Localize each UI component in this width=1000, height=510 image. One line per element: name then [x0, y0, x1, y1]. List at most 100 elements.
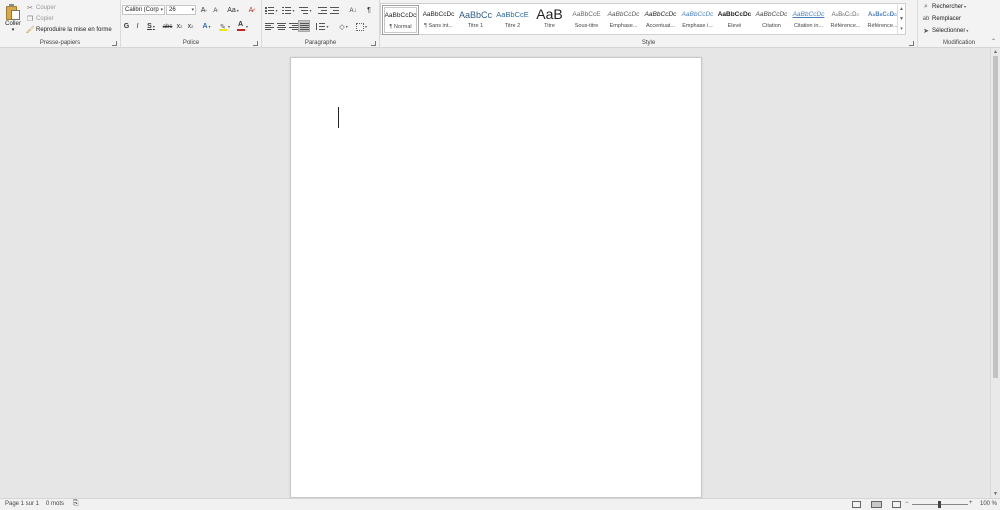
style-heading-1[interactable]: AaBbCc Titre 1: [457, 5, 494, 35]
font-color-button[interactable]: A ▾: [235, 21, 250, 32]
print-layout-icon[interactable]: [871, 501, 882, 508]
styles-launcher-icon[interactable]: [909, 41, 914, 46]
grow-font-button[interactable]: A ^: [199, 5, 209, 16]
increase-indent-button[interactable]: [329, 5, 339, 16]
vertical-scrollbar[interactable]: ▲ ▼: [990, 48, 1000, 498]
paste-button[interactable]: Coller ▾: [3, 2, 23, 36]
gallery-scroll: ▲ ▼ ▾: [897, 4, 905, 34]
numbered-list-icon: [282, 7, 292, 14]
multilevel-list-button[interactable]: ▾: [298, 5, 313, 16]
page-count[interactable]: Page 1 sur 1: [5, 501, 39, 507]
zoom-in-icon[interactable]: +: [969, 500, 973, 506]
numbering-button[interactable]: ▾: [281, 5, 296, 16]
superscript-button[interactable]: x2: [186, 21, 195, 32]
strikethrough-button[interactable]: abc: [161, 21, 174, 32]
font-name-combo[interactable]: Calibri (Corp ▾: [122, 5, 165, 15]
style-emphasis[interactable]: AaBbCcDc Accentuat...: [642, 5, 679, 35]
read-mode-icon[interactable]: [852, 501, 861, 508]
proofing-icon[interactable]: ⎘: [73, 500, 79, 508]
style-subtitle[interactable]: AaBbCcE Sous-titre: [568, 5, 605, 35]
find-label: Rechercher: [932, 3, 964, 10]
ribbon: Coller ▾ ✂ Couper ❐ Copier 🖌 Reproduire …: [0, 0, 1000, 48]
document-page[interactable]: [290, 57, 702, 498]
show-formatting-button[interactable]: ¶: [364, 5, 374, 16]
style-intense-reference[interactable]: AaBbCcDc Référence...: [864, 5, 901, 35]
find-button[interactable]: ⌕ Rechercher ▾: [922, 1, 966, 12]
scrollbar-thumb[interactable]: [993, 56, 998, 378]
cursor-icon: ➤: [923, 27, 929, 35]
style-title[interactable]: AaB Titre: [531, 5, 568, 35]
bullets-button[interactable]: ▾: [264, 5, 279, 16]
gallery-down-icon[interactable]: ▼: [898, 14, 905, 24]
highlighter-icon: ✎: [218, 23, 227, 31]
align-right-button[interactable]: [288, 21, 298, 32]
style-quote[interactable]: AaBbCcDc Citation: [753, 5, 790, 35]
copy-button[interactable]: ❐ Copier: [26, 13, 54, 24]
borders-button[interactable]: ▾: [354, 21, 369, 32]
change-case-button[interactable]: Aa ▾: [225, 5, 241, 16]
bold-button[interactable]: G: [122, 21, 131, 32]
shrink-font-button[interactable]: Aˇ: [211, 5, 221, 16]
paragraph-launcher-icon[interactable]: [371, 41, 376, 46]
multilevel-list-icon: [299, 7, 309, 14]
text-effects-button[interactable]: A ▾: [200, 21, 213, 32]
align-left-icon: [264, 23, 274, 30]
style-no-spacing[interactable]: AaBbCcDc ¶ Sans int...: [420, 5, 457, 35]
bold-label: G: [123, 23, 130, 30]
scroll-down-icon[interactable]: ▼: [991, 491, 1000, 497]
styles-group-label: Style: [641, 40, 656, 46]
chevron-down-icon[interactable]: ▾: [3, 27, 23, 33]
clear-formatting-button[interactable]: A̷: [245, 5, 257, 16]
select-button[interactable]: ➤ Sélectionner ▾: [922, 25, 968, 36]
justify-button[interactable]: [298, 20, 310, 32]
align-center-button[interactable]: [276, 21, 286, 32]
font-size-combo[interactable]: 26 ▾: [166, 5, 196, 15]
chevron-down-icon: ▾: [160, 7, 163, 13]
style-subtle-emphasis[interactable]: AaBbCcDc Emphase...: [605, 5, 642, 35]
highlight-color-swatch: [218, 28, 227, 31]
gallery-more-icon[interactable]: ▾: [898, 24, 905, 34]
shading-button[interactable]: ◇ ▾: [336, 21, 351, 32]
italic-button[interactable]: I: [133, 21, 142, 32]
font-launcher-icon[interactable]: [253, 41, 258, 46]
strikethrough-label: abc: [162, 23, 173, 30]
collapse-ribbon-icon[interactable]: ⌃: [991, 38, 996, 45]
gallery-up-icon[interactable]: ▲: [898, 4, 905, 14]
format-painter-button[interactable]: 🖌 Reproduire la mise en forme: [26, 24, 112, 35]
font-color-swatch: [236, 29, 245, 31]
border-icon: [355, 22, 364, 31]
font-group-label: Police: [182, 40, 200, 46]
style-strong[interactable]: AaBbCcDc Élevé: [716, 5, 753, 35]
zoom-level[interactable]: 100 %: [980, 501, 997, 507]
sort-button[interactable]: A↓: [348, 5, 358, 16]
style-normal[interactable]: AaBbCcDc ¶ Normal: [382, 5, 419, 35]
paintbrush-icon: 🖌: [25, 26, 35, 34]
web-layout-icon[interactable]: [892, 501, 901, 508]
style-subtle-reference[interactable]: AaBbCcDc Référence...: [827, 5, 864, 35]
replace-label: Remplacer: [932, 15, 962, 22]
underline-button[interactable]: S ▾: [144, 21, 158, 32]
align-left-button[interactable]: [264, 21, 274, 32]
clipboard-launcher-icon[interactable]: [112, 41, 117, 46]
scroll-up-icon[interactable]: ▲: [991, 49, 1000, 55]
select-label: Sélectionner: [932, 27, 966, 34]
italic-label: I: [136, 23, 139, 30]
style-intense-quote[interactable]: AaBbCcDc Citation in...: [790, 5, 827, 35]
clipboard-group-label: Presse-papiers: [39, 40, 81, 46]
font-group: Calibri (Corp ▾ 26 ▾ A ^ Aˇ Aa ▾ A̷ G I S ▾…: [121, 0, 262, 48]
line-spacing-button[interactable]: ▾: [315, 21, 330, 32]
style-heading-2[interactable]: AaBbCcE Titre 2: [494, 5, 531, 35]
underline-label: S: [147, 23, 152, 30]
align-center-icon: [276, 23, 286, 30]
replace-button[interactable]: ab Remplacer: [922, 13, 961, 24]
bullet-list-icon: [265, 7, 275, 14]
decrease-indent-button[interactable]: [317, 5, 327, 16]
word-count[interactable]: 0 mots: [46, 501, 64, 507]
highlight-button[interactable]: ✎ ▾: [217, 21, 232, 32]
subscript-button[interactable]: x2: [175, 21, 184, 32]
cut-button[interactable]: ✂ Couper: [26, 2, 56, 13]
style-intense-emphasis[interactable]: AaBbCcDc Emphase i...: [679, 5, 716, 35]
zoom-out-icon[interactable]: −: [905, 500, 909, 506]
zoom-slider-thumb[interactable]: [938, 501, 941, 508]
styles-gallery: AaBbCcDc ¶ Normal AaBbCcDc ¶ Sans int...…: [380, 3, 906, 35]
